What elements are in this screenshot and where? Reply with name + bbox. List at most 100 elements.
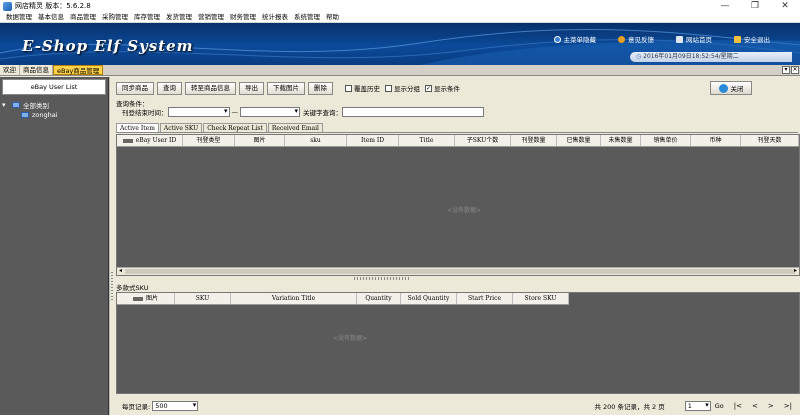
tab-close-button[interactable]: ✕ [791, 66, 799, 74]
col-store-sku[interactable]: Store SKU [513, 293, 569, 304]
col-ebay-user-id[interactable]: eBay User ID [117, 135, 183, 146]
menu-item-purchase[interactable]: 采购管理 [99, 12, 131, 23]
col-currency[interactable]: 币种 [691, 135, 741, 146]
toggle-main-menu-link[interactable]: 主菜单隐藏 [553, 34, 596, 44]
end-time-label: 刊登结束时间： [122, 109, 168, 117]
checkbox-label: 覆盖历史 [354, 85, 380, 93]
keyword-label: 关键字查询： [303, 109, 342, 117]
query-button[interactable]: 查询 [157, 81, 182, 95]
last-page-button[interactable]: >| [784, 402, 792, 410]
prev-page-button[interactable]: < [752, 402, 758, 410]
col-title[interactable]: Title [399, 135, 455, 146]
goto-product-info-button[interactable]: 转至商品信息 [185, 81, 236, 95]
show-group-checkbox[interactable]: 显示分组 [385, 83, 420, 93]
menu-item-marketing[interactable]: 营销管理 [195, 12, 227, 23]
sync-products-button[interactable]: 同步商品 [116, 81, 154, 95]
select-all-icon [132, 296, 143, 301]
tab-active-sku[interactable]: Active SKU [159, 123, 203, 132]
minimize-button[interactable]: — [710, 0, 740, 12]
delete-button[interactable]: 删除 [308, 81, 333, 95]
grid-header: eBay User ID 刊登类型 图片 sku Item ID Title 子… [117, 135, 799, 147]
variation-section-title: 多款式SKU [116, 284, 149, 292]
pagination-bar: 每页记录: 500 共 200 条记录，共 2 页 1 Go |< < > >| [114, 399, 800, 413]
toolbar: 同步商品 查询 转至商品信息 导出 下载图片 删除 覆盖历史 显示分组 ✓ 显示条… [116, 81, 465, 95]
col-sku[interactable]: sku [285, 135, 347, 146]
checkbox-label: 显示条件 [434, 85, 460, 93]
page-size-label: 每页记录: [122, 403, 151, 411]
col-listing-type[interactable]: 刊登类型 [183, 135, 235, 146]
horizontal-scrollbar[interactable]: ◂ ▸ [117, 267, 799, 275]
col-quantity[interactable]: Quantity [357, 293, 401, 304]
feedback-icon [618, 35, 625, 43]
tab-product-info[interactable]: 商品信息 [20, 65, 53, 75]
next-page-button[interactable]: > [768, 402, 774, 410]
download-images-button[interactable]: 下载图片 [267, 81, 305, 95]
end-time-from-select[interactable] [167, 107, 230, 117]
window-title: 网店精灵 版本：5.6.2.8 [15, 2, 91, 10]
menu-item-system[interactable]: 系统管理 [291, 12, 323, 23]
col-variation-sku[interactable]: SKU [175, 293, 231, 304]
col-child-sku-count[interactable]: 子SKU个数 [455, 135, 511, 146]
col-image[interactable]: 图片 [235, 135, 285, 146]
tree-node-all-categories[interactable]: ▾ 全部类别 [2, 100, 106, 110]
tab-received-email[interactable]: Received Email [267, 123, 323, 132]
datetime-text: 2016年01月09日18:52:54/星期二 [643, 53, 739, 60]
menu-item-products[interactable]: 商品管理 [67, 12, 99, 23]
home-icon [676, 35, 683, 43]
column-label: eBay User ID [135, 136, 177, 144]
col-listing-quantity[interactable]: 刊登数量 [511, 135, 557, 146]
keyword-input[interactable] [342, 107, 484, 117]
close-window-button[interactable]: ✕ [770, 0, 800, 12]
record-summary: 共 200 条记录，共 2 页 [594, 403, 665, 411]
tab-ebay-product-management[interactable]: eBay商品管理 [53, 65, 104, 75]
end-time-to-select[interactable] [240, 107, 300, 117]
col-item-id[interactable]: Item ID [347, 135, 399, 146]
checkbox-box [345, 84, 352, 92]
menu-item-finance[interactable]: 财务管理 [227, 12, 259, 23]
checkbox-box [385, 84, 392, 92]
collapse-icon[interactable]: ▾ [2, 101, 9, 109]
app-icon [3, 1, 12, 11]
scroll-right-icon[interactable]: ▸ [794, 267, 797, 274]
menu-item-shipping[interactable]: 发货管理 [163, 12, 195, 23]
col-sold-quantity[interactable]: 已售数量 [557, 135, 601, 146]
header-banner: E-Shop Elf System 主菜单隐藏 意见反馈 网站首页 安全退出 ◷… [0, 23, 800, 65]
page-size-select[interactable]: 500 [152, 401, 199, 411]
feedback-label: 意见反馈 [628, 36, 654, 44]
tree-node-user[interactable]: zonghai [2, 110, 106, 120]
tab-check-repeat-list[interactable]: Check Repeat List [203, 123, 267, 132]
tab-welcome[interactable]: 欢迎 [0, 65, 20, 75]
homepage-link[interactable]: 网站首页 [676, 34, 712, 44]
tab-menu-button[interactable]: ▾ [782, 66, 790, 74]
logout-label: 安全退出 [744, 36, 770, 44]
first-page-button[interactable]: |< [734, 402, 742, 410]
col-sold-quantity[interactable]: Sold Quantity [401, 293, 457, 304]
scroll-left-icon[interactable]: ◂ [119, 267, 122, 274]
export-button[interactable]: 导出 [239, 81, 264, 95]
category-tree: ▾ 全部类别 zonghai [0, 97, 108, 123]
col-variation-title[interactable]: Variation Title [231, 293, 357, 304]
show-conditions-checkbox[interactable]: ✓ 显示条件 [425, 83, 460, 93]
col-start-price[interactable]: Start Price [457, 293, 513, 304]
col-unsold-quantity[interactable]: 未售数量 [601, 135, 641, 146]
logout-link[interactable]: 安全退出 [734, 34, 770, 44]
col-unit-price[interactable]: 销售单价 [641, 135, 691, 146]
menu-item-inventory[interactable]: 库存管理 [131, 12, 163, 23]
menu-item-basic-info[interactable]: 基本信息 [35, 12, 67, 23]
go-button[interactable]: Go [715, 402, 724, 410]
col-variation-image[interactable]: 图片 [117, 293, 175, 304]
col-listing-days[interactable]: 刊登天数 [741, 135, 799, 146]
tab-active-item[interactable]: Active Item [116, 123, 159, 132]
menu-item-help[interactable]: 帮助 [323, 12, 342, 23]
maximize-button[interactable]: ❐ [740, 0, 770, 12]
grid-header: 图片 SKU Variation Title Quantity Sold Qua… [117, 293, 569, 305]
scroll-thumb[interactable] [125, 269, 795, 274]
close-panel-button[interactable]: 关闭 [710, 81, 752, 95]
overwrite-history-checkbox[interactable]: 覆盖历史 [345, 83, 380, 93]
grid-resize-grip[interactable] [354, 277, 410, 280]
page-number-select[interactable]: 1 [684, 401, 711, 411]
tree-node-label: zonghai [32, 111, 58, 119]
feedback-link[interactable]: 意见反馈 [618, 34, 654, 44]
menu-item-data[interactable]: 数据管理 [3, 12, 35, 23]
menu-item-reports[interactable]: 统计报表 [259, 12, 291, 23]
